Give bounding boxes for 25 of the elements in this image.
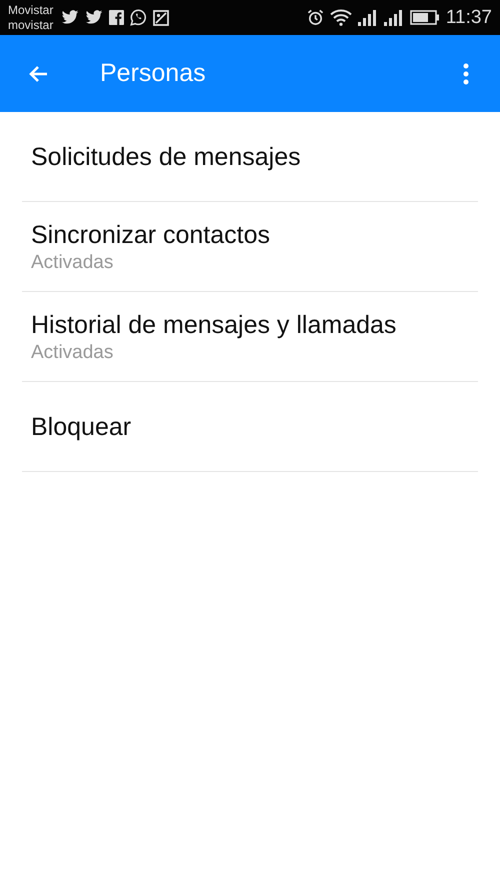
settings-item[interactable]: Bloquear	[22, 382, 478, 472]
alarm-icon	[306, 9, 324, 26]
item-status: Activadas	[31, 340, 114, 364]
item-title: Solicitudes de mensajes	[31, 142, 302, 172]
signal-icon	[358, 10, 378, 26]
app-icon	[109, 10, 124, 25]
settings-item[interactable]: Sincronizar contactos Activadas	[22, 202, 478, 292]
more-menu-icon[interactable]	[463, 62, 469, 86]
item-status: Activadas	[31, 250, 114, 274]
item-title: Historial de mensajes y llamadas	[31, 310, 398, 340]
carrier-name: Movistar	[8, 2, 54, 18]
bird-icon	[61, 10, 80, 25]
clock-time: 11:37	[446, 6, 492, 28]
settings-item[interactable]: Solicitudes de mensajes	[22, 112, 478, 202]
chat-bubble-icon	[130, 9, 148, 26]
image-icon	[153, 10, 170, 26]
carrier-name: movistar	[8, 18, 54, 32]
item-title: Bloquear	[31, 412, 132, 442]
screen-title: Personas	[100, 59, 206, 88]
wifi-icon	[330, 9, 352, 26]
bird-icon	[85, 10, 104, 25]
item-title: Sincronizar contactos	[31, 220, 272, 250]
battery-icon	[410, 10, 440, 25]
settings-item[interactable]: Historial de mensajes y llamadas Activadas	[22, 292, 478, 382]
signal-icon	[384, 10, 404, 26]
